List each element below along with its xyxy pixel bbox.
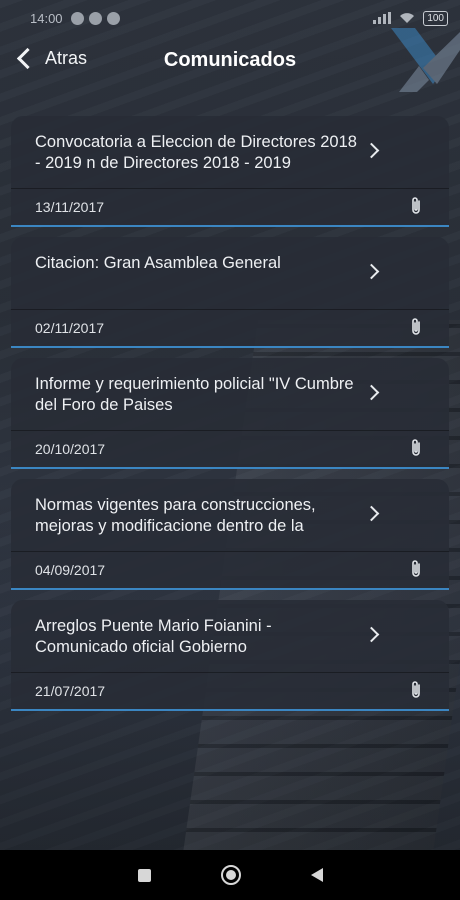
item-title: Informe y requerimiento policial "IV Cum…: [35, 375, 354, 414]
page-title: Comunicados: [163, 49, 297, 71]
system-nav-bar: [0, 850, 460, 900]
item-title: Normas vigentes para construcciones, mej…: [35, 496, 316, 535]
battery-icon: 100: [423, 10, 448, 26]
item-title: Convocatoria a Eleccion de Directores 20…: [35, 133, 357, 172]
notification-icon: [70, 11, 84, 25]
notification-icon: [106, 11, 120, 25]
signal-icon: [373, 12, 392, 24]
status-time: 14:00: [30, 10, 63, 26]
app-header: Atras Comunicados: [0, 36, 460, 92]
item-footer: 04/09/2017: [11, 551, 449, 588]
item-title: Citacion: Gran Asamblea General: [35, 254, 281, 272]
comunicados-list: Convocatoria a Eleccion de Directores 20…: [11, 116, 449, 721]
paperclip-icon[interactable]: [409, 317, 423, 337]
paperclip-icon[interactable]: [409, 680, 423, 700]
notification-icon: [88, 11, 102, 25]
item-footer: 21/07/2017: [11, 672, 449, 709]
paperclip-icon[interactable]: [409, 196, 423, 216]
wifi-icon: [400, 13, 415, 23]
list-item[interactable]: Informe y requerimiento policial "IV Cum…: [11, 358, 449, 469]
chevron-right-icon: [363, 142, 380, 159]
item-footer: 02/11/2017: [11, 309, 449, 346]
item-date: 20/10/2017: [35, 441, 106, 457]
notification-icons: [70, 11, 120, 25]
chevron-right-icon: [363, 626, 380, 643]
list-item[interactable]: Arreglos Puente Mario Foianini - Comunic…: [11, 600, 449, 711]
item-footer: 20/10/2017: [11, 430, 449, 467]
chevron-right-icon: [363, 263, 380, 280]
item-footer: 13/11/2017: [11, 188, 449, 225]
square-icon[interactable]: [137, 868, 151, 882]
item-date: 21/07/2017: [35, 683, 106, 699]
triangle-back-icon[interactable]: [310, 868, 323, 882]
status-bar: 14:00 100: [0, 0, 460, 36]
list-item[interactable]: Convocatoria a Eleccion de Directores 20…: [11, 116, 449, 227]
circle-icon[interactable]: [220, 865, 241, 885]
list-item[interactable]: Normas vigentes para construcciones, mej…: [11, 479, 449, 590]
list-item[interactable]: Citacion: Gran Asamblea General 02/11/20…: [11, 237, 449, 348]
item-date: 04/09/2017: [35, 562, 106, 578]
chevron-right-icon: [363, 384, 380, 401]
item-date: 02/11/2017: [35, 320, 105, 336]
paperclip-icon[interactable]: [409, 438, 423, 458]
item-date: 13/11/2017: [35, 199, 105, 215]
chevron-right-icon: [363, 505, 380, 522]
item-title: Arreglos Puente Mario Foianini - Comunic…: [35, 617, 272, 656]
paperclip-icon[interactable]: [409, 559, 423, 579]
